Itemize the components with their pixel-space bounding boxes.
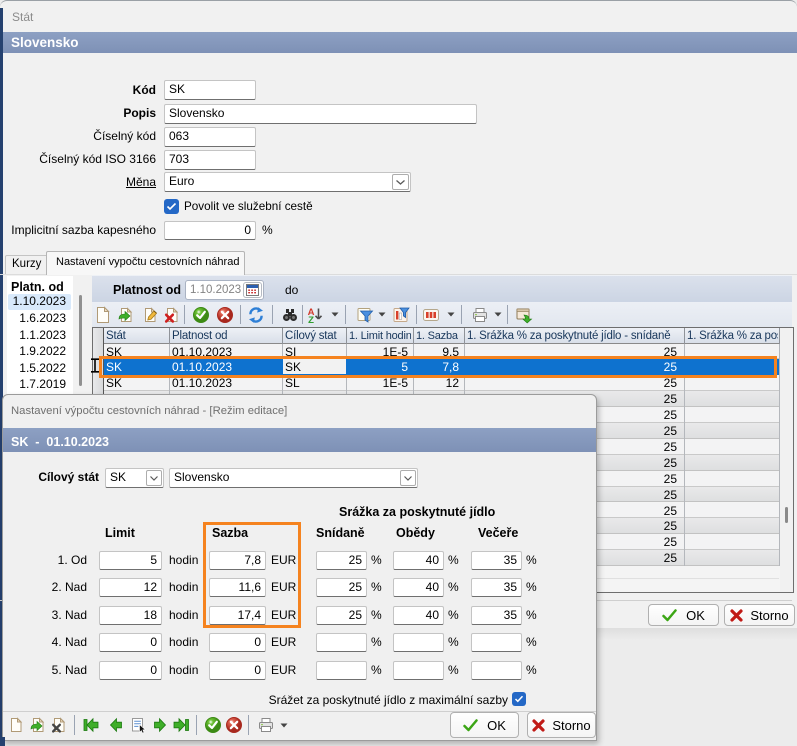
svg-text:Z: Z [308,315,314,324]
